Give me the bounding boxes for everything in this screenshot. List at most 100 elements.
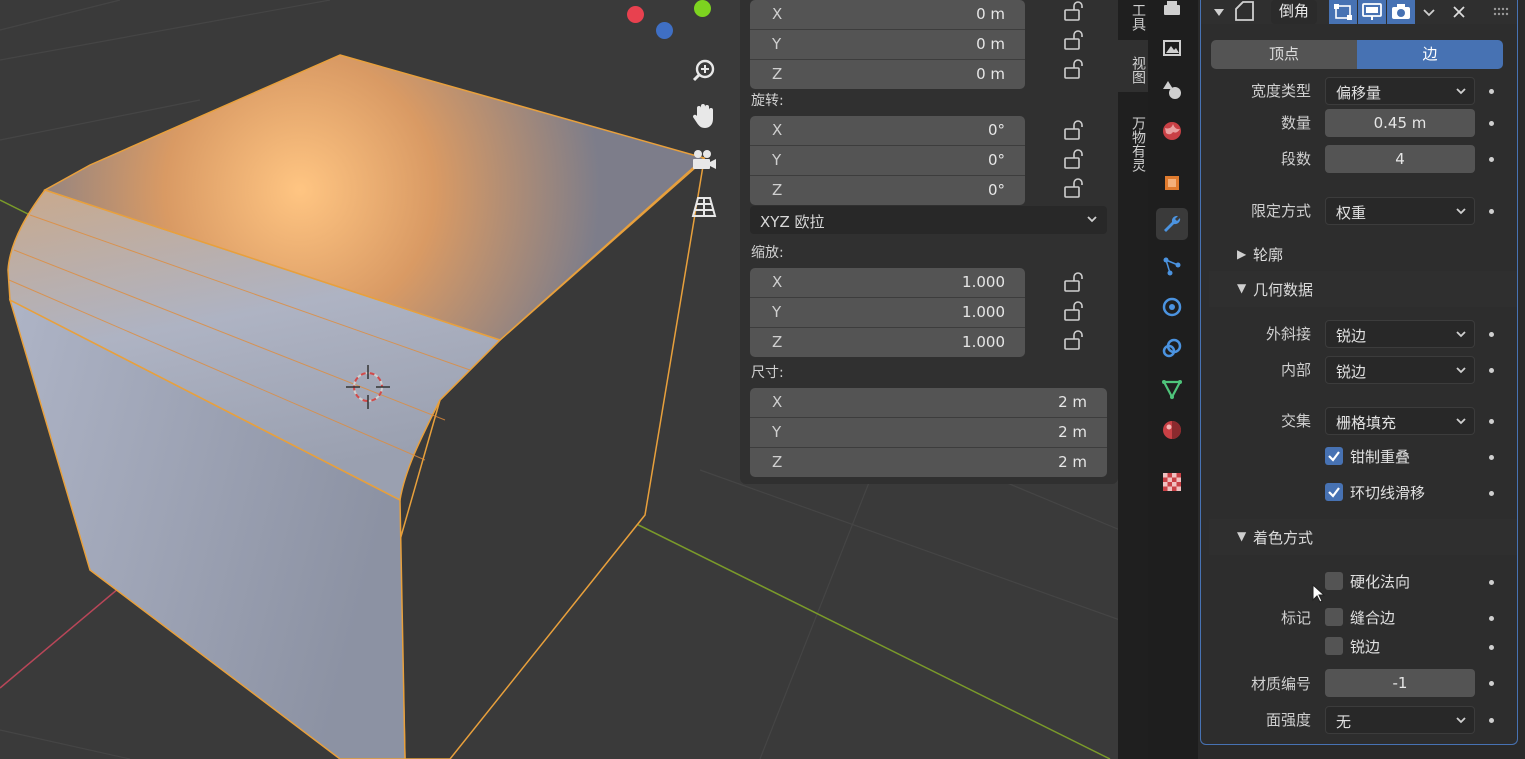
lock-rotation-y-icon[interactable] — [1062, 148, 1084, 170]
keyframe-dot[interactable] — [1489, 121, 1494, 126]
width-type-dropdown[interactable]: 偏移量 — [1325, 77, 1475, 105]
keyframe-dot[interactable] — [1489, 455, 1494, 460]
rotation-y-field[interactable]: Y 0° — [750, 146, 1025, 176]
face-strength-dropdown[interactable]: 无 — [1325, 706, 1475, 734]
tab-output[interactable] — [1156, 32, 1188, 64]
material-index-field[interactable]: -1 — [1325, 669, 1475, 697]
dimensions-label: 尺寸: — [751, 365, 784, 381]
tab-tool-settings[interactable] — [1156, 0, 1188, 26]
segments-field[interactable]: 4 — [1325, 145, 1475, 173]
dimensions-y-field[interactable]: Y2 m — [750, 418, 1107, 448]
tab-view[interactable]: 视图 — [1118, 40, 1148, 92]
keyframe-dot[interactable] — [1489, 681, 1494, 686]
miter-outer-dropdown[interactable]: 锐边 — [1325, 320, 1475, 348]
keyframe-dot[interactable] — [1489, 368, 1494, 373]
keyframe-dot[interactable] — [1489, 491, 1494, 496]
lock-location-y-icon[interactable] — [1062, 29, 1084, 51]
clamp-overlap-label[interactable]: 钳制重叠 — [1350, 446, 1410, 467]
affect-edges-button[interactable]: 边 — [1357, 40, 1503, 69]
lock-scale-x-icon[interactable] — [1062, 271, 1084, 293]
profile-subpanel-header[interactable]: 轮廓 — [1253, 244, 1283, 265]
collapse-triangle-icon[interactable] — [1213, 6, 1225, 18]
keyframe-dot[interactable] — [1489, 718, 1494, 723]
amount-field[interactable]: 0.45 m — [1325, 109, 1475, 137]
tab-addon[interactable]: 万物有灵 — [1118, 100, 1148, 180]
expand-triangle-icon[interactable]: ▶ — [1237, 247, 1246, 261]
lock-rotation-x-icon[interactable] — [1062, 119, 1084, 141]
lock-scale-y-icon[interactable] — [1062, 300, 1084, 322]
gizmo-z-axis[interactable] — [656, 22, 673, 39]
location-y-field[interactable]: Y0 m — [750, 30, 1025, 60]
limit-method-dropdown[interactable]: 权重 — [1325, 197, 1475, 225]
mark-sharp-checkbox[interactable] — [1325, 637, 1343, 655]
pan-button[interactable] — [687, 99, 721, 133]
location-z-field[interactable]: Z0 m — [750, 60, 1025, 89]
clamp-overlap-checkbox[interactable] — [1325, 447, 1343, 465]
chevron-down-icon — [1423, 9, 1435, 17]
loop-slide-checkbox[interactable] — [1325, 483, 1343, 501]
keyframe-dot[interactable] — [1489, 616, 1494, 621]
mark-sharp-label[interactable]: 锐边 — [1350, 636, 1380, 657]
mark-seam-label[interactable]: 缝合边 — [1350, 607, 1395, 628]
wrench-icon — [1164, 215, 1181, 232]
edit-mode-toggle[interactable] — [1329, 0, 1357, 24]
keyframe-dot[interactable] — [1489, 209, 1494, 214]
dimensions-x-field[interactable]: X2 m — [750, 388, 1107, 418]
tab-world[interactable] — [1156, 115, 1188, 147]
rotation-z-field[interactable]: Z 0° — [750, 176, 1025, 205]
keyframe-dot[interactable] — [1489, 332, 1494, 337]
tab-tool[interactable]: 工具 — [1118, 0, 1148, 34]
render-toggle[interactable] — [1387, 0, 1415, 24]
harden-normals-checkbox[interactable] — [1325, 572, 1343, 590]
loop-slide-label[interactable]: 环切线滑移 — [1350, 482, 1425, 503]
checkmark-icon — [1328, 451, 1340, 462]
scale-z-field[interactable]: Z 1.000 — [750, 328, 1025, 357]
modifier-name-field[interactable]: 倒角 — [1271, 0, 1318, 24]
keyframe-dot[interactable] — [1489, 580, 1494, 585]
keyframe-dot[interactable] — [1489, 157, 1494, 162]
lock-location-z-icon[interactable] — [1062, 58, 1084, 80]
intersection-dropdown[interactable]: 栅格填充 — [1325, 407, 1475, 435]
scale-y-field[interactable]: Y 1.000 — [750, 298, 1025, 328]
keyframe-dot[interactable] — [1489, 645, 1494, 650]
rotation-x-field[interactable]: X 0° — [750, 116, 1025, 146]
affect-vertices-button[interactable]: 顶点 — [1211, 40, 1357, 69]
miter-inner-dropdown[interactable]: 锐边 — [1325, 356, 1475, 384]
limit-method-label: 限定方式 — [1250, 202, 1311, 220]
gizmo-x-axis[interactable] — [627, 6, 644, 23]
modifier-options-dropdown[interactable] — [1415, 0, 1443, 24]
tab-particles[interactable] — [1156, 250, 1188, 282]
rotation-mode-dropdown[interactable]: XYZ 欧拉 — [750, 206, 1107, 234]
scale-x-field[interactable]: X 1.000 — [750, 268, 1025, 298]
ortho-toggle-button[interactable] — [687, 190, 721, 224]
chevron-down-icon — [1456, 367, 1466, 374]
mark-seam-checkbox[interactable] — [1325, 608, 1343, 626]
lock-rotation-z-icon[interactable] — [1062, 177, 1084, 199]
tab-modifiers[interactable] — [1156, 208, 1188, 240]
lock-scale-z-icon[interactable] — [1062, 329, 1084, 351]
lock-location-x-icon[interactable] — [1062, 0, 1084, 22]
location-x-field[interactable]: X0 m — [750, 0, 1025, 30]
edit-mode-icon — [1334, 4, 1352, 20]
tab-texture[interactable] — [1156, 466, 1188, 498]
camera-view-button[interactable] — [687, 144, 721, 178]
viewport-display-toggle[interactable] — [1358, 0, 1386, 24]
tab-physics[interactable] — [1156, 291, 1188, 323]
gizmo-y-axis[interactable] — [694, 0, 711, 17]
tab-view-layer[interactable] — [1156, 74, 1188, 106]
remove-modifier-button[interactable] — [1445, 0, 1473, 24]
harden-normals-label[interactable]: 硬化法向 — [1350, 571, 1410, 592]
tab-object[interactable] — [1156, 167, 1188, 199]
tab-material[interactable] — [1156, 414, 1188, 446]
dimensions-z-field[interactable]: Z2 m — [750, 448, 1107, 477]
modifier-header: 倒角 — [1201, 0, 1517, 24]
drag-handle[interactable] — [1487, 0, 1515, 24]
keyframe-dot[interactable] — [1489, 89, 1494, 94]
tab-constraints[interactable] — [1156, 332, 1188, 364]
zoom-button[interactable] — [687, 54, 721, 88]
collapse-triangle-icon[interactable]: ▼ — [1237, 281, 1246, 295]
collapse-triangle-icon[interactable]: ▼ — [1237, 529, 1246, 543]
keyframe-dot[interactable] — [1489, 419, 1494, 424]
grip-icon — [1493, 7, 1509, 16]
tab-data[interactable] — [1156, 373, 1188, 405]
